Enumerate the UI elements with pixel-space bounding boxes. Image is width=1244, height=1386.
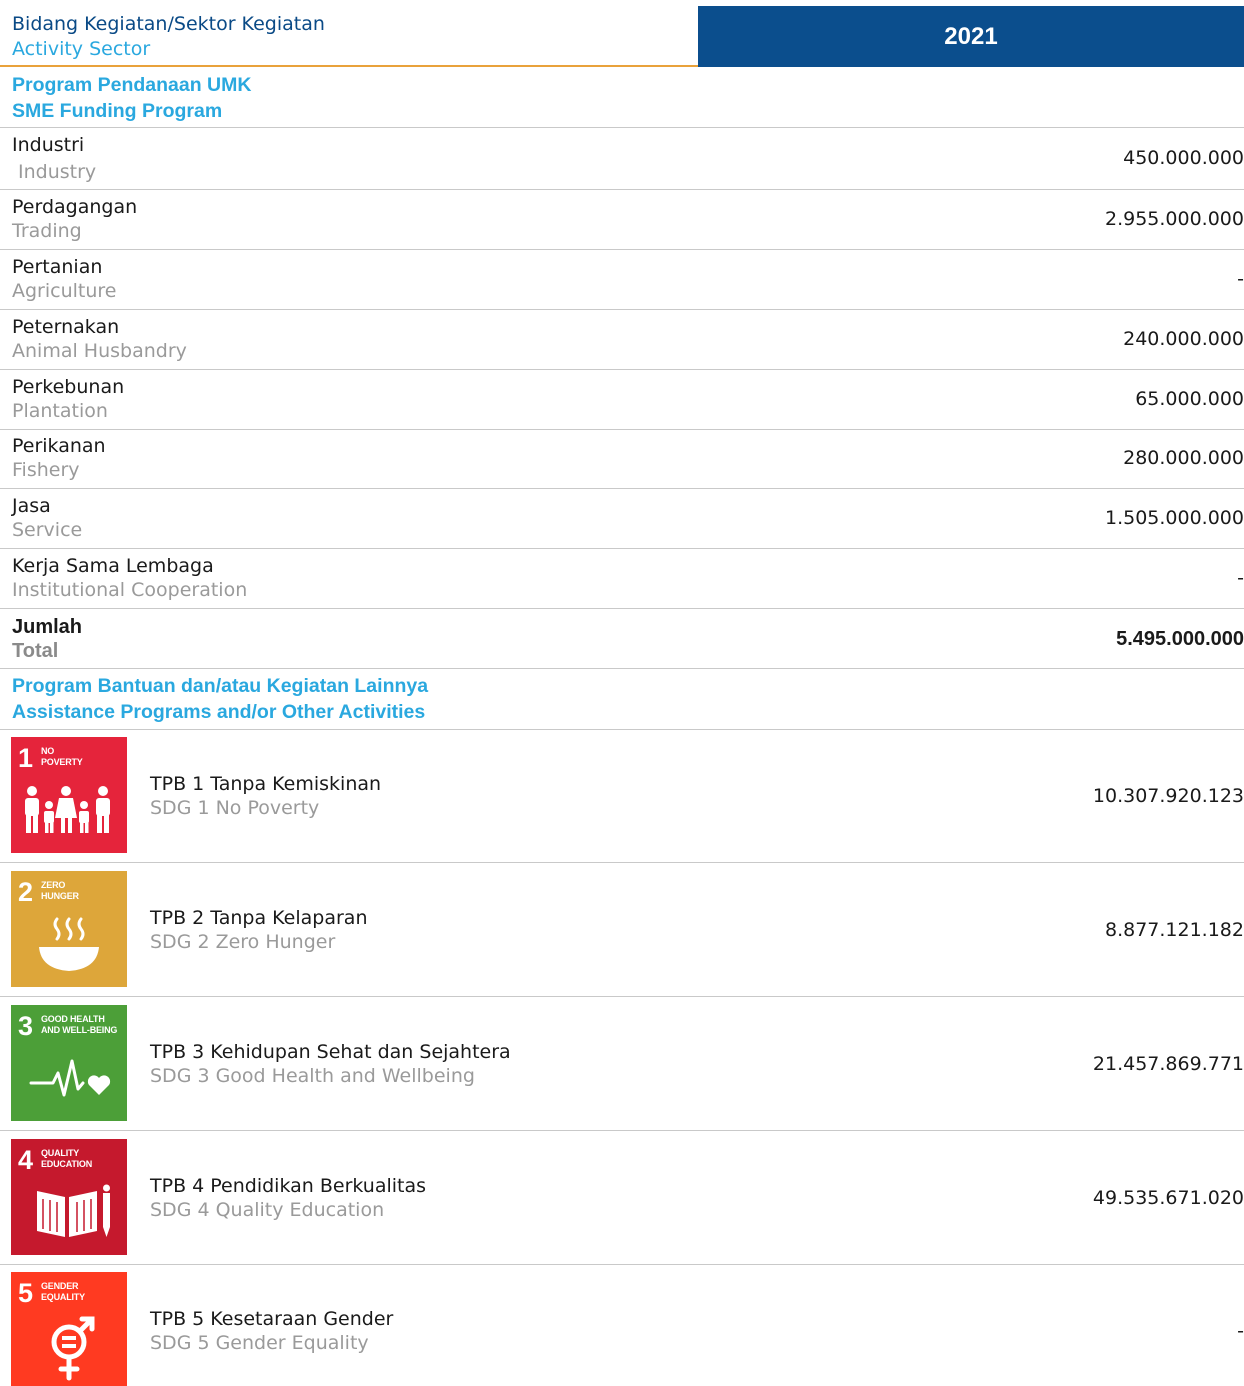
sdg-name-en: SDG 2 Zero Hunger [150,931,336,953]
row-divider [0,1264,1244,1265]
sector-name-id: Pertanian [12,256,103,278]
sdg-name-id: TPB 1 Tanpa Kemiskinan [150,773,382,795]
table-row: Industri Industry 450.000.000 [0,128,1244,188]
section-title-sme-funding: Program Pendanaan UMK SME Funding Progra… [12,72,251,124]
table-header: Bidang Kegiatan/Sektor Kegiatan Activity… [0,0,1244,68]
sector-value: 240.000.000 [1123,328,1244,350]
table-row: Perikanan Fishery 280.000.000 [0,430,1244,488]
sdg-number: 5 [18,1278,34,1308]
sdg-name-id: TPB 2 Tanpa Kelaparan [150,907,368,929]
sdg-tile-label: GOOD HEALTH AND WELL-BEING [41,1014,118,1035]
total-label-en: Total [12,640,59,662]
bowl-icon [39,917,99,971]
sector-value: 1.505.000.000 [1104,507,1244,529]
sdg-value: 49.535.671.020 [1092,1187,1244,1209]
family-icon [25,786,110,833]
column-header-title-id: Bidang Kegiatan/Sektor Kegiatan [12,13,325,35]
total-row: Jumlah Total 5.495.000.000 [0,609,1244,667]
sdg-name-id: TPB 4 Pendidikan Berkualitas [150,1175,427,1197]
sdg-name-en: SDG 5 Gender Equality [150,1332,369,1354]
sector-value: - [1237,567,1244,589]
sdg-value: - [1237,1320,1244,1342]
column-header-sector: Bidang Kegiatan/Sektor Kegiatan Activity… [12,12,325,62]
sdg-number: 3 [18,1011,34,1041]
table-row: Peternakan Animal Husbandry 240.000.000 [0,310,1244,368]
row-divider [0,862,1244,863]
sector-value: 2.955.000.000 [1104,208,1244,230]
sector-value: 65.000.000 [1135,388,1244,410]
total-value: 5.495.000.000 [1116,628,1244,650]
sector-name-en: Trading [12,220,82,242]
table-row: Jasa Service 1.505.000.000 [0,489,1244,547]
sdg-number: 2 [18,877,34,907]
sector-name-id: Jasa [12,495,51,517]
sector-name-en: Agriculture [12,280,117,302]
sdg-row: 2 ZERO HUNGER TPB 2 Tanpa Kelaparan SDG … [0,871,1244,987]
sdg-3-tile: 3 GOOD HEALTH AND WELL-BEING [11,1005,127,1121]
section-title-id: Program Pendanaan UMK [12,74,252,96]
sdg-value: 10.307.920.123 [1092,785,1244,807]
sdg-number: 4 [18,1145,34,1175]
table-row: Perdagangan Trading 2.955.000.000 [0,190,1244,248]
sdg-tile-label: QUALITY EDUCATION [41,1148,93,1169]
section-title-en: SME Funding Program [12,100,223,122]
section-title-en: Assistance Programs and/or Other Activit… [12,701,426,723]
row-divider [0,1130,1244,1131]
header-underline [0,65,698,67]
table-row: Kerja Sama Lembaga Institutional Coopera… [0,549,1244,607]
sector-value: 280.000.000 [1123,447,1244,469]
sector-name-en: Plantation [12,400,108,422]
sector-name-en: Fishery [12,459,80,481]
sdg-row: 3 GOOD HEALTH AND WELL-BEING TPB 3 Kehid… [0,1005,1244,1121]
sdg-value: 21.457.869.771 [1092,1053,1244,1075]
sector-value: - [1237,268,1244,290]
sdg-name-en: SDG 1 No Poverty [150,797,320,819]
sdg-name-id: TPB 3 Kehidupan Sehat dan Sejahtera [150,1041,511,1063]
table-row: Pertanian Agriculture - [0,250,1244,308]
sector-name-en: Institutional Cooperation [12,579,248,601]
sector-name-id: Perikanan [12,435,106,457]
row-divider [0,729,1244,730]
sdg-4-tile: 4 QUALITY EDUCATION [11,1139,127,1255]
sdg-name-en: SDG 4 Quality Education [150,1199,385,1221]
sdg-row: 4 QUALITY EDUCATION TPB 4 Pendidikan Ber… [0,1139,1244,1255]
sdg-number: 1 [18,743,34,773]
sector-name-en: Industry [18,161,97,183]
heartbeat-icon [29,1059,111,1097]
sector-name-id: Perkebunan [12,376,125,398]
sector-name-en: Animal Husbandry [12,340,187,362]
sdg-tile-label: ZERO HUNGER [41,880,79,901]
sector-name-id: Perdagangan [12,196,138,218]
section-title-assistance: Program Bantuan dan/atau Kegiatan Lainny… [12,673,428,725]
column-header-title-en: Activity Sector [12,38,151,60]
table-row: Perkebunan Plantation 65.000.000 [0,370,1244,428]
sector-name-id: Kerja Sama Lembaga [12,555,214,577]
total-label-id: Jumlah [12,616,83,638]
sdg-tile-label: NO POVERTY [41,746,83,767]
row-divider [0,668,1244,669]
sdg-row: 5 GENDER EQUALITY TPB 5 Kesetaraan Gende… [0,1272,1244,1386]
sdg-5-tile: 5 GENDER EQUALITY [11,1272,127,1386]
sector-name-en: Service [12,519,83,541]
column-header-year: 2021 [698,6,1244,67]
sdg-name-id: TPB 5 Kesetaraan Gender [150,1308,394,1330]
sdg-1-tile: 1 NO POVERTY [11,737,127,853]
sdg-name-en: SDG 3 Good Health and Wellbeing [150,1065,475,1087]
gender-symbol-icon [51,1316,95,1381]
sdg-row: 1 NO POVERTY TPB 1 Tanpa Kemiskinan SDG … [0,737,1244,853]
row-divider [0,996,1244,997]
sector-value: 450.000.000 [1123,147,1244,169]
sdg-2-tile: 2 ZERO HUNGER [11,871,127,987]
sdg-tile-label: GENDER EQUALITY [41,1281,85,1302]
section-title-id: Program Bantuan dan/atau Kegiatan Lainny… [12,675,429,697]
book-pencil-icon [37,1184,110,1237]
sector-name-id: Peternakan [12,316,120,338]
sector-name-id: Industri [12,134,85,156]
sdg-value: 8.877.121.182 [1104,919,1244,941]
